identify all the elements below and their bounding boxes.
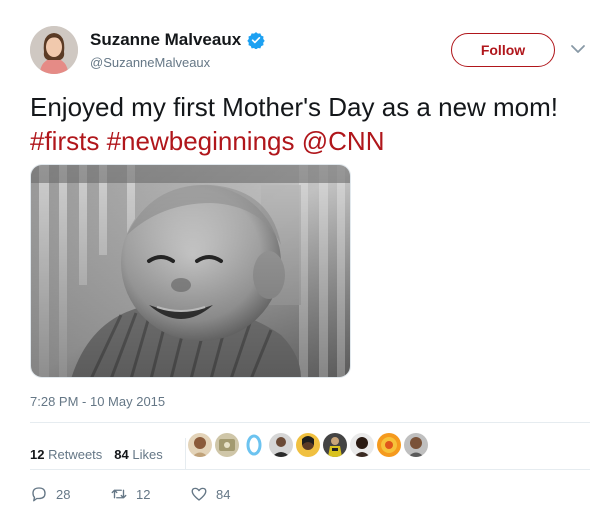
likes-stat[interactable]: 84 Likes [114, 447, 162, 462]
divider-bottom [30, 469, 590, 470]
liker-avatar[interactable] [242, 433, 266, 457]
mention-cnn[interactable]: @CNN [302, 126, 385, 156]
retweets-stat[interactable]: 12 Retweets [30, 447, 102, 462]
liker-avatar[interactable] [188, 433, 212, 457]
heart-icon [191, 487, 207, 501]
liker-avatar[interactable] [323, 433, 347, 457]
retweets-count: 12 [30, 446, 45, 462]
retweet-count: 12 [136, 486, 151, 502]
liker-avatar[interactable] [404, 433, 428, 457]
retweet-icon [111, 489, 127, 499]
likes-label: Likes [132, 446, 163, 462]
tweet-photo[interactable] [30, 164, 351, 378]
tweet-tags: #firsts #newbeginnings @CNN [30, 124, 590, 158]
avatar[interactable] [30, 26, 78, 74]
stats-separator [184, 438, 186, 470]
tweet-stats: 12 Retweets 84 Likes [30, 438, 186, 470]
divider-top [30, 422, 590, 423]
tweet-body: Enjoyed my first Mother's Day as a new m… [30, 92, 559, 122]
chevron-down-icon[interactable] [569, 42, 587, 56]
reply-icon [32, 487, 46, 502]
avatar-image [30, 26, 78, 74]
follow-button[interactable]: Follow [451, 33, 555, 67]
liker-avatar[interactable] [296, 433, 320, 457]
retweet-action[interactable]: 12 [110, 485, 190, 503]
retweets-label: Retweets [48, 446, 103, 462]
liker-avatar[interactable] [350, 433, 374, 457]
tweet-actions: 28 12 84 [30, 485, 270, 503]
hashtag-firsts[interactable]: #firsts [30, 126, 99, 156]
like-action[interactable]: 84 [190, 485, 270, 503]
display-name-text: Suzanne Malveaux [90, 30, 242, 49]
reply-action[interactable]: 28 [30, 485, 110, 503]
like-count: 84 [216, 486, 231, 502]
tweet-card: Suzanne Malveaux @SuzanneMalveaux Follow… [0, 0, 604, 528]
user-handle[interactable]: @SuzanneMalveaux [90, 55, 210, 70]
tweet-timestamp[interactable]: 7:28 PM - 10 May 2015 [30, 394, 165, 409]
hashtag-newbeginnings[interactable]: #newbeginnings [107, 126, 295, 156]
liker-avatar[interactable] [215, 433, 239, 457]
display-name[interactable]: Suzanne Malveaux [90, 30, 265, 50]
liker-avatar[interactable] [377, 433, 401, 457]
verified-badge-icon [247, 32, 265, 49]
liker-avatar[interactable] [269, 433, 293, 457]
baby-photo [31, 165, 350, 377]
likes-count: 84 [114, 446, 129, 462]
reply-count: 28 [56, 486, 71, 502]
tweet-text: Enjoyed my first Mother's Day as a new m… [30, 90, 590, 158]
liker-avatars [188, 433, 428, 457]
